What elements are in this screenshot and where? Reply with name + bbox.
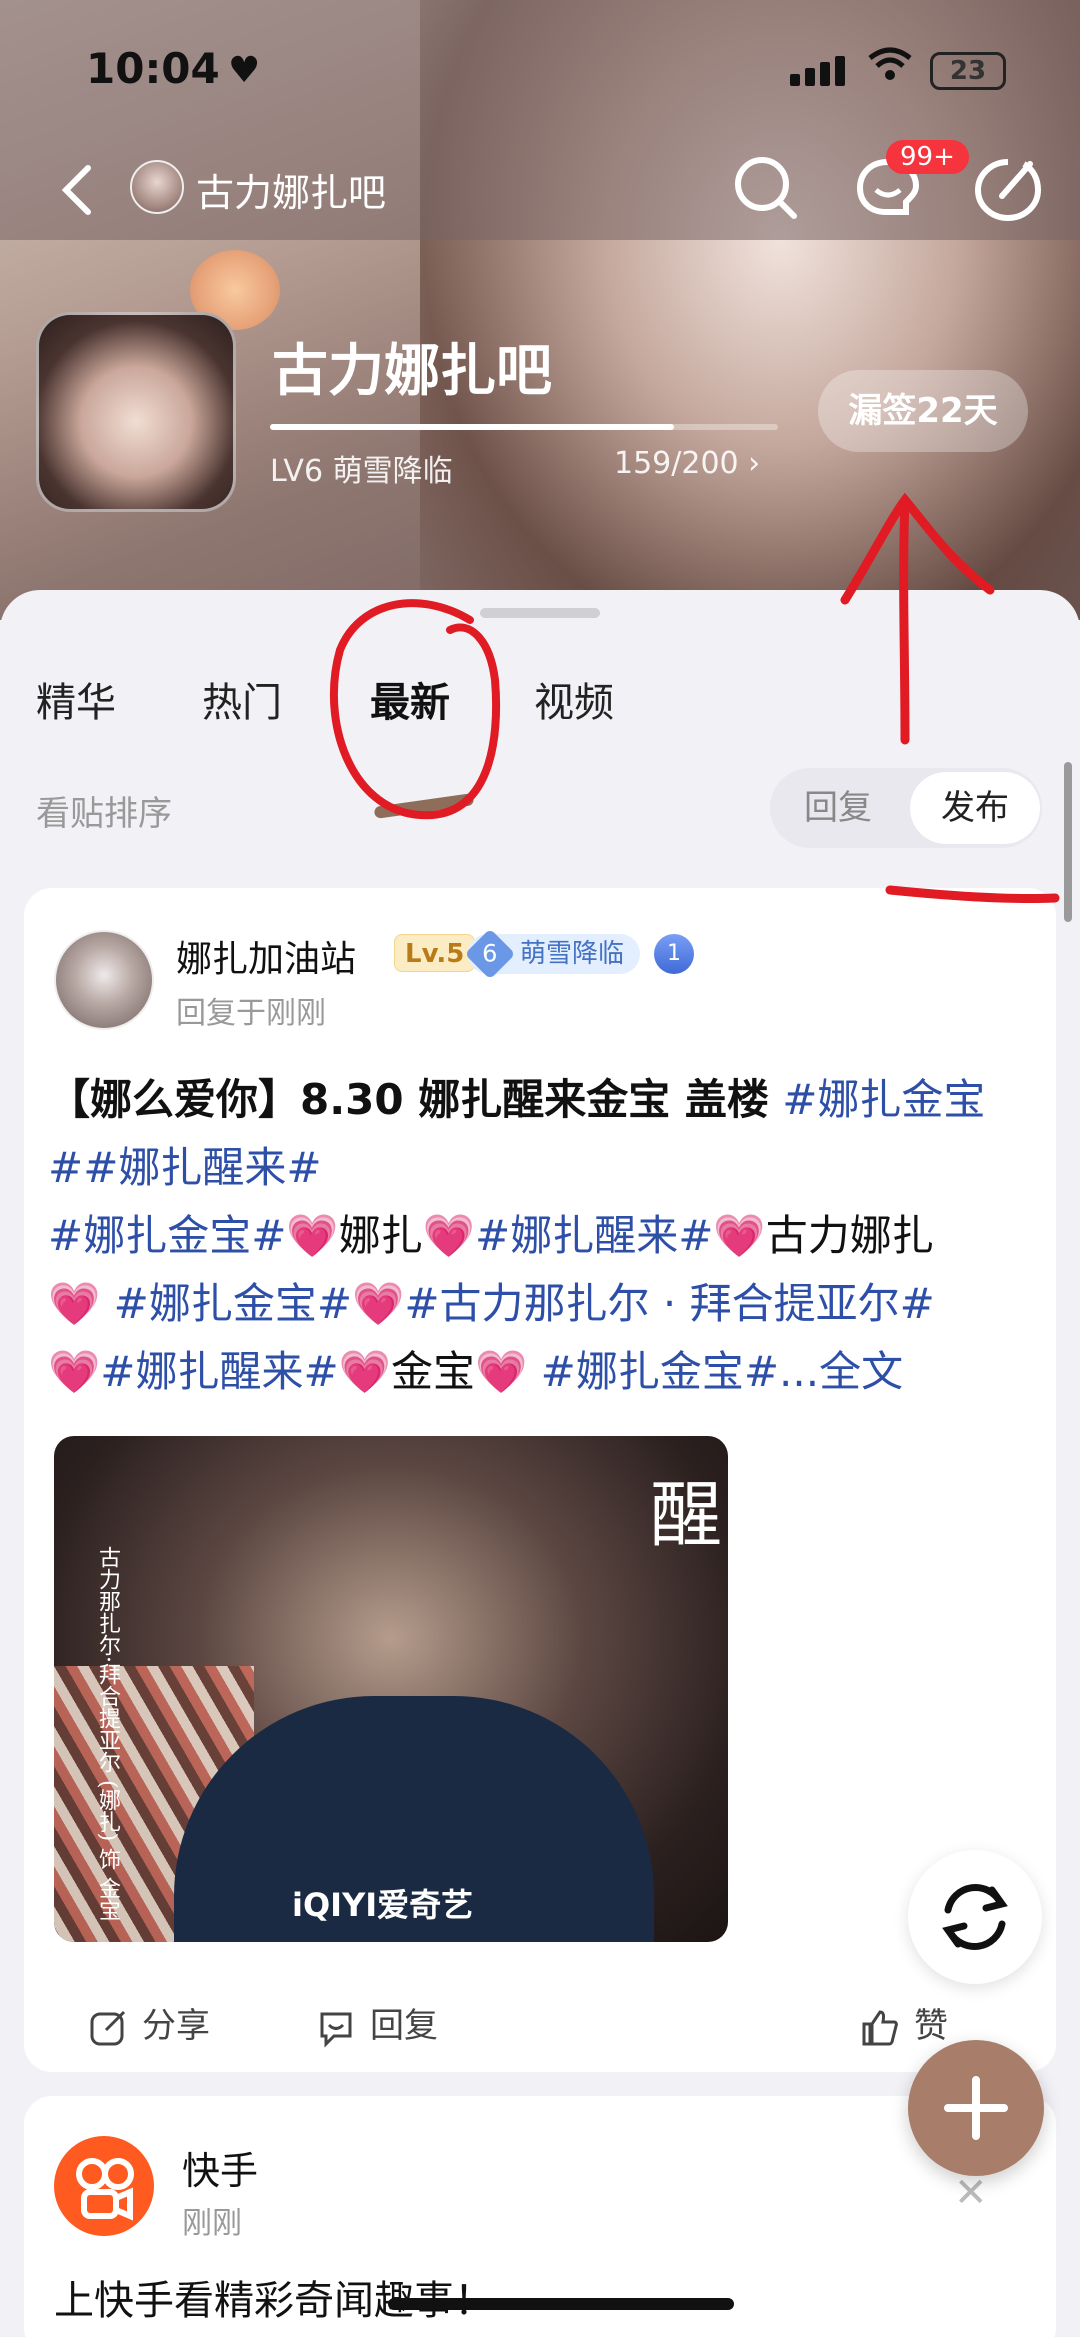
- hashtag[interactable]: #娜扎金宝#: [527, 1347, 779, 1396]
- back-icon[interactable]: [48, 154, 118, 224]
- scrollbar[interactable]: [1064, 762, 1072, 922]
- sign-in-button[interactable]: 漏签22天: [818, 370, 1028, 452]
- heart-icon: ♥: [228, 50, 261, 91]
- active-tab-indicator: [373, 793, 475, 819]
- level-count[interactable]: 159/200 ›: [614, 446, 760, 481]
- hashtag[interactable]: #娜扎醒来#: [100, 1347, 338, 1396]
- post-title: 【娜么爱你】8.30 娜扎醒来金宝 盖楼: [48, 1075, 769, 1124]
- post-card[interactable]: 娜扎加油站 Lv.5 6 萌雪降临 1 回复于刚刚 【娜么爱你】8.30 娜扎醒…: [24, 888, 1056, 2072]
- post-image[interactable]: 古力那扎尔·拜合提亚尔 (娜扎) 饰 金宝 iQIYI爱奇艺 醒: [54, 1436, 728, 1942]
- hashtag[interactable]: #娜扎醒来#: [83, 1143, 321, 1192]
- home-indicator[interactable]: [388, 2298, 734, 2310]
- battery-icon: 23: [930, 52, 1006, 90]
- tab-hot[interactable]: 热门: [202, 670, 282, 728]
- heart-emoji: 💗: [713, 1211, 766, 1260]
- tab-featured[interactable]: 精华: [36, 670, 116, 728]
- heart-emoji: 💗: [48, 1279, 101, 1328]
- heart-emoji: 💗: [422, 1211, 475, 1260]
- message-badge: 99+: [886, 140, 969, 174]
- post-actions: 分享 回复 赞: [24, 1998, 1056, 2058]
- share-label: 分享: [142, 2006, 210, 2046]
- author-avatar[interactable]: [54, 930, 154, 1030]
- hashtag[interactable]: #娜扎金宝#: [100, 1279, 352, 1328]
- heart-emoji: 💗: [475, 1347, 528, 1396]
- sheet-handle[interactable]: [480, 608, 600, 618]
- ad-time: 刚刚: [182, 2206, 242, 2241]
- level-badge: Lv.5: [394, 934, 476, 972]
- post-text: 古力娜扎: [765, 1211, 934, 1260]
- edit-share-icon[interactable]: [968, 150, 1044, 226]
- heart-emoji: 💗: [338, 1347, 391, 1396]
- refresh-button[interactable]: [908, 1850, 1042, 1984]
- plus-icon: [944, 2076, 1008, 2140]
- thumbs-up-icon: [862, 2009, 898, 2045]
- forum-name: 古力娜扎吧: [272, 339, 552, 404]
- heart-emoji: 💗: [48, 1347, 101, 1396]
- member-badge: 6 萌雪降临: [464, 928, 641, 980]
- hashtag[interactable]: #娜扎醒来#: [475, 1211, 713, 1260]
- image-caption: 古力那扎尔·拜合提亚尔 (娜扎) 饰 金宝: [95, 1546, 120, 1922]
- forum-avatar[interactable]: [36, 312, 236, 512]
- search-icon[interactable]: [728, 150, 804, 226]
- post-body[interactable]: 【娜么爱你】8.30 娜扎醒来金宝 盖楼 #娜扎金宝# #娜扎醒来# #娜扎金宝#…: [48, 1066, 1038, 1406]
- reply-label: 回复: [370, 2006, 438, 2046]
- post-meta: 回复于刚刚: [176, 996, 326, 1031]
- hashtag[interactable]: #娜扎金宝#: [48, 1211, 286, 1260]
- sort-option-publish[interactable]: 发布: [910, 772, 1040, 844]
- post-text: 娜扎: [338, 1211, 423, 1260]
- level-progress-bar: [270, 424, 778, 430]
- post-text: 金宝: [390, 1347, 475, 1396]
- image-watermark: iQIYI爱奇艺: [292, 1886, 474, 1924]
- sort-label: 看贴排序: [36, 794, 172, 834]
- tab-video[interactable]: 视频: [534, 670, 614, 728]
- status-bar: 10:04 ♥ 23: [0, 40, 1080, 100]
- hashtag[interactable]: #古力那扎尔 · 拜合提亚尔#: [404, 1279, 934, 1328]
- comment-icon: [320, 2012, 352, 2048]
- close-icon[interactable]: ✕: [954, 2170, 988, 2216]
- share-button[interactable]: 分享: [88, 1998, 210, 2048]
- top-nav: 古力娜扎吧 99+: [0, 140, 1080, 230]
- kuaishou-logo-icon: [54, 2136, 154, 2236]
- author-name[interactable]: 娜扎加油站: [176, 930, 356, 982]
- level-text: LV6 萌雪降临: [270, 454, 453, 489]
- nav-title: 古力娜扎吧: [196, 171, 387, 215]
- sort-option-reply[interactable]: 回复: [770, 768, 906, 848]
- refresh-icon: [942, 1883, 1008, 1951]
- status-time: 10:04: [86, 44, 220, 93]
- sort-segmented-control: 回复 发布: [770, 768, 1042, 848]
- image-title-char: 醒: [650, 1473, 723, 1557]
- heart-emoji: 💗: [352, 1279, 405, 1328]
- new-post-button[interactable]: [908, 2040, 1044, 2176]
- member-level-number: 6: [482, 940, 498, 968]
- rank-medal-icon: 1: [654, 934, 694, 974]
- reply-button[interactable]: 回复: [316, 1998, 438, 2048]
- tab-latest[interactable]: 最新: [370, 670, 450, 728]
- forum-mini-avatar: [130, 160, 184, 214]
- heart-emoji: 💗: [286, 1211, 339, 1260]
- ad-text: 上快手看精彩奇闻趣事！: [54, 2278, 494, 2324]
- member-title: 萌雪降临: [520, 939, 625, 969]
- wifi-icon: [868, 46, 912, 92]
- ad-name: 快手: [182, 2149, 259, 2193]
- read-more-link[interactable]: ...全文: [779, 1347, 903, 1396]
- level-count-value: 159/200: [614, 446, 739, 481]
- signal-icon: [790, 56, 850, 86]
- level-progress-fill: [270, 424, 674, 430]
- share-icon: [90, 2010, 126, 2045]
